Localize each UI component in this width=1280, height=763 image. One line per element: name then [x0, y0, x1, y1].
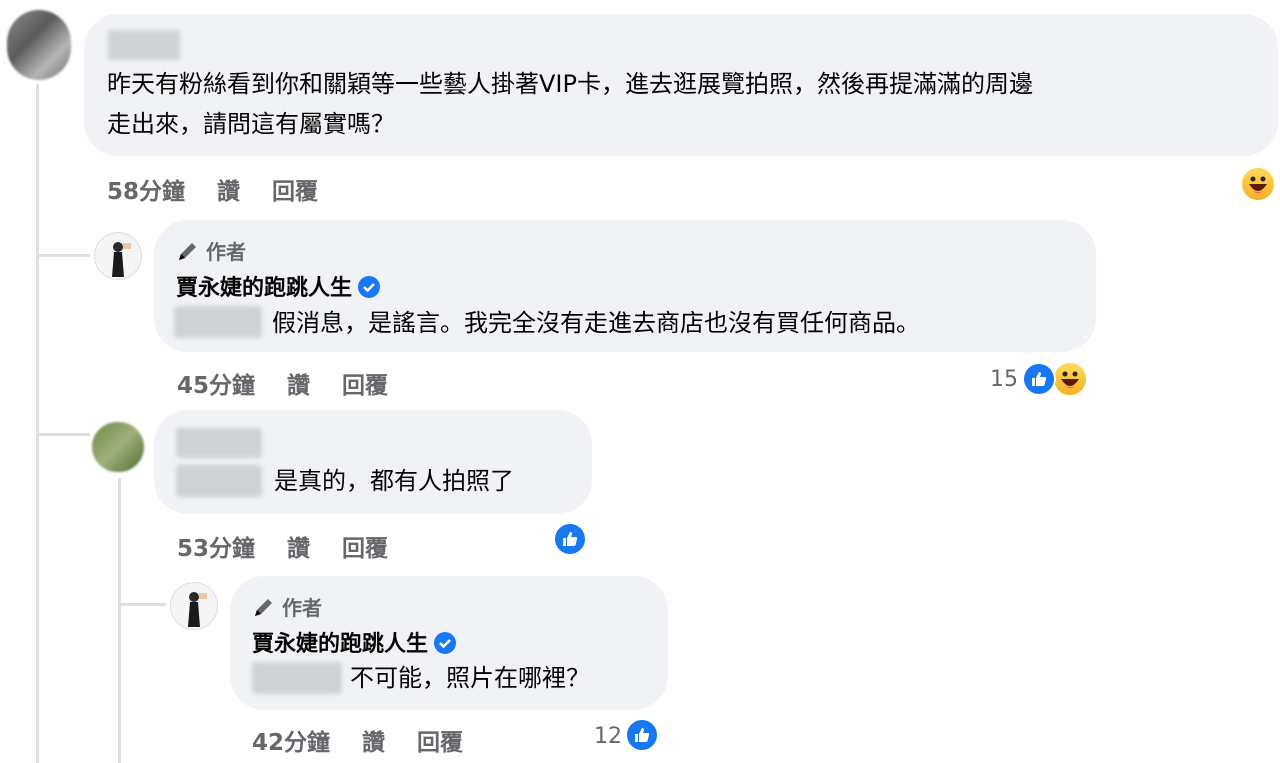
- reply-button[interactable]: 回覆: [342, 536, 388, 562]
- thread-line-sub: [118, 478, 121, 763]
- mentioned-name-blurred[interactable]: [174, 306, 262, 338]
- laughing-face-icon[interactable]: [1052, 361, 1088, 397]
- pencil-icon: [179, 242, 196, 260]
- thread-connector-1: [36, 254, 90, 257]
- mentioned-name-blurred[interactable]: [176, 465, 262, 497]
- reply-button[interactable]: 回覆: [342, 373, 388, 399]
- commenter-name-blurred[interactable]: [108, 30, 180, 60]
- reply-text: 不可能，照片在哪裡？: [350, 664, 590, 692]
- thread-line-main: [36, 84, 39, 763]
- verified-badge-icon: [434, 632, 457, 654]
- pencil-icon: [255, 598, 272, 616]
- author-avatar[interactable]: [170, 582, 218, 630]
- comment-meta: 58分鐘 讚 回覆: [107, 172, 318, 206]
- author-avatar[interactable]: [94, 232, 142, 280]
- like-button[interactable]: 讚: [362, 730, 385, 756]
- reply-text: 是真的，都有人拍照了: [274, 467, 514, 495]
- thumbs-up-icon[interactable]: [1022, 362, 1056, 396]
- author-name[interactable]: 賈永婕的跑跳人生: [252, 626, 457, 658]
- mentioned-name-blurred[interactable]: [252, 662, 342, 694]
- reaction-count[interactable]: 12: [594, 724, 622, 749]
- comment-text-line2: 走出來，請問這有屬實嗎？: [107, 110, 395, 138]
- reply-meta: 45分鐘 讚 回覆: [177, 366, 388, 400]
- verified-badge-icon: [358, 276, 381, 298]
- laughing-face-icon[interactable]: [1240, 166, 1276, 202]
- reply-time[interactable]: 42分鐘: [252, 730, 330, 756]
- reply-time[interactable]: 45分鐘: [177, 373, 255, 399]
- reaction-count[interactable]: 15: [990, 367, 1018, 392]
- reply-time[interactable]: 53分鐘: [177, 536, 255, 562]
- comment-time[interactable]: 58分鐘: [107, 179, 185, 205]
- commenter-avatar[interactable]: [92, 422, 144, 472]
- thumbs-up-icon[interactable]: [625, 718, 659, 752]
- author-name[interactable]: 賈永婕的跑跳人生: [176, 270, 381, 302]
- thread-connector-2: [36, 433, 90, 436]
- thumbs-up-icon[interactable]: [553, 522, 587, 556]
- reply-button[interactable]: 回覆: [272, 179, 318, 205]
- reply-meta: 53分鐘 讚 回覆: [177, 529, 388, 563]
- thread-connector-3: [118, 603, 166, 606]
- reply-text: 假消息，是謠言。我完全沒有走進去商店也沒有買任何商品。: [272, 309, 920, 337]
- reply-button[interactable]: 回覆: [417, 730, 463, 756]
- commenter-name-blurred[interactable]: [176, 428, 262, 458]
- like-button[interactable]: 讚: [287, 536, 310, 562]
- author-tag: 作者: [176, 236, 246, 265]
- commenter-avatar[interactable]: [7, 10, 71, 80]
- reply-meta: 42分鐘 讚 回覆: [252, 723, 463, 757]
- comment-text-line1: 昨天有粉絲看到你和關穎等一些藝人掛著VIP卡，進去逛展覽拍照，然後再提滿滿的周邊: [107, 70, 1033, 98]
- like-button[interactable]: 讚: [217, 179, 240, 205]
- author-tag: 作者: [252, 592, 322, 621]
- like-button[interactable]: 讚: [287, 373, 310, 399]
